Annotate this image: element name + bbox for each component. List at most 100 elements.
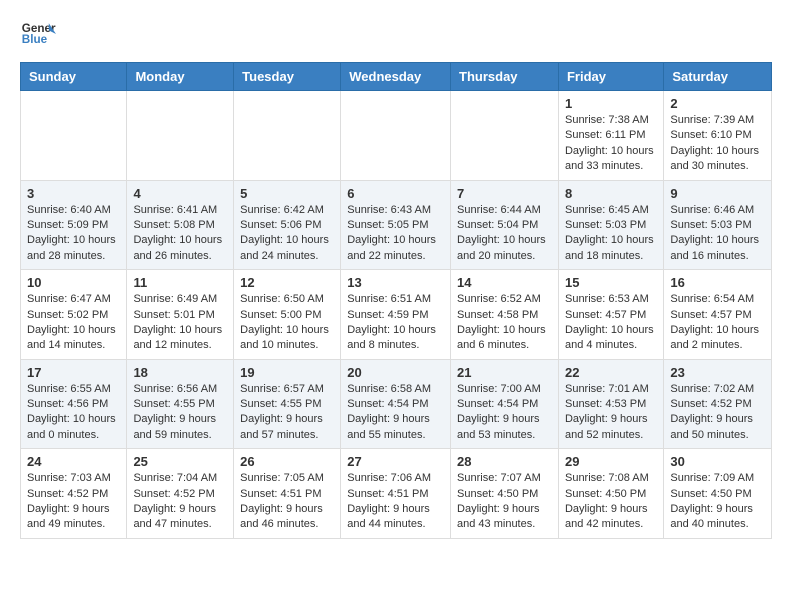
day-cell: 28 Sunrise: 7:07 AM Sunset: 4:50 PM Dayl… (451, 449, 559, 539)
sunrise-value: 7:39 AM (714, 114, 754, 126)
sunset-label: Sunset: (240, 488, 280, 500)
day-number: 6 (347, 186, 444, 201)
day-cell: 21 Sunrise: 7:00 AM Sunset: 4:54 PM Dayl… (451, 359, 559, 449)
daylight-label: Daylight: 10 hours and 12 minutes. (133, 324, 222, 351)
sunset-label: Sunset: (27, 309, 67, 321)
daylight-label: Daylight: 10 hours and 16 minutes. (670, 234, 759, 261)
day-cell: 30 Sunrise: 7:09 AM Sunset: 4:50 PM Dayl… (664, 449, 772, 539)
day-info: Sunrise: 6:44 AM Sunset: 5:04 PM Dayligh… (457, 203, 552, 265)
day-info: Sunrise: 6:55 AM Sunset: 4:56 PM Dayligh… (27, 382, 120, 444)
day-number: 14 (457, 275, 552, 290)
sunset-value: 4:59 PM (388, 309, 429, 321)
day-number: 25 (133, 454, 227, 469)
daylight-label: Daylight: 9 hours and 55 minutes. (347, 413, 430, 440)
day-number: 16 (670, 275, 765, 290)
daylight-label: Daylight: 9 hours and 40 minutes. (670, 503, 753, 530)
sunset-label: Sunset: (27, 398, 67, 410)
week-row-1: 1 Sunrise: 7:38 AM Sunset: 6:11 PM Dayli… (21, 91, 772, 181)
day-number: 8 (565, 186, 657, 201)
weekday-header-row: SundayMondayTuesdayWednesdayThursdayFrid… (21, 63, 772, 91)
sunrise-label: Sunrise: (27, 472, 70, 484)
day-cell (21, 91, 127, 181)
sunrise-label: Sunrise: (670, 472, 713, 484)
sunset-value: 4:50 PM (497, 488, 538, 500)
daylight-label: Daylight: 10 hours and 18 minutes. (565, 234, 654, 261)
day-info: Sunrise: 7:01 AM Sunset: 4:53 PM Dayligh… (565, 382, 657, 444)
sunrise-label: Sunrise: (457, 472, 500, 484)
day-cell: 25 Sunrise: 7:04 AM Sunset: 4:52 PM Dayl… (127, 449, 234, 539)
sunset-label: Sunset: (565, 398, 605, 410)
day-cell: 9 Sunrise: 6:46 AM Sunset: 5:03 PM Dayli… (664, 180, 772, 270)
day-info: Sunrise: 7:02 AM Sunset: 4:52 PM Dayligh… (670, 382, 765, 444)
daylight-label: Daylight: 9 hours and 46 minutes. (240, 503, 323, 530)
day-number: 22 (565, 365, 657, 380)
sunset-label: Sunset: (347, 398, 387, 410)
sunrise-value: 7:03 AM (70, 472, 110, 484)
day-info: Sunrise: 7:09 AM Sunset: 4:50 PM Dayligh… (670, 471, 765, 533)
day-info: Sunrise: 7:05 AM Sunset: 4:51 PM Dayligh… (240, 471, 334, 533)
sunset-value: 5:01 PM (174, 309, 215, 321)
sunset-label: Sunset: (670, 309, 710, 321)
sunset-value: 4:57 PM (605, 309, 646, 321)
sunrise-label: Sunrise: (457, 383, 500, 395)
day-cell: 17 Sunrise: 6:55 AM Sunset: 4:56 PM Dayl… (21, 359, 127, 449)
sunrise-label: Sunrise: (670, 383, 713, 395)
weekday-header-wednesday: Wednesday (341, 63, 451, 91)
logo: General Blue (20, 16, 60, 52)
sunset-label: Sunset: (27, 488, 67, 500)
sunset-label: Sunset: (457, 219, 497, 231)
daylight-label: Daylight: 10 hours and 6 minutes. (457, 324, 546, 351)
week-row-5: 24 Sunrise: 7:03 AM Sunset: 4:52 PM Dayl… (21, 449, 772, 539)
sunset-value: 4:57 PM (711, 309, 752, 321)
day-info: Sunrise: 7:04 AM Sunset: 4:52 PM Dayligh… (133, 471, 227, 533)
day-cell: 3 Sunrise: 6:40 AM Sunset: 5:09 PM Dayli… (21, 180, 127, 270)
daylight-label: Daylight: 10 hours and 2 minutes. (670, 324, 759, 351)
daylight-label: Daylight: 10 hours and 26 minutes. (133, 234, 222, 261)
sunset-value: 5:05 PM (388, 219, 429, 231)
sunrise-label: Sunrise: (565, 114, 608, 126)
day-number: 9 (670, 186, 765, 201)
day-number: 26 (240, 454, 334, 469)
day-number: 21 (457, 365, 552, 380)
daylight-label: Daylight: 9 hours and 59 minutes. (133, 413, 216, 440)
day-number: 10 (27, 275, 120, 290)
daylight-label: Daylight: 10 hours and 4 minutes. (565, 324, 654, 351)
calendar: SundayMondayTuesdayWednesdayThursdayFrid… (20, 62, 772, 539)
sunrise-value: 6:50 AM (284, 293, 324, 305)
day-info: Sunrise: 7:03 AM Sunset: 4:52 PM Dayligh… (27, 471, 120, 533)
day-number: 24 (27, 454, 120, 469)
day-number: 12 (240, 275, 334, 290)
weekday-header-monday: Monday (127, 63, 234, 91)
day-cell: 29 Sunrise: 7:08 AM Sunset: 4:50 PM Dayl… (558, 449, 663, 539)
weekday-header-sunday: Sunday (21, 63, 127, 91)
day-info: Sunrise: 6:53 AM Sunset: 4:57 PM Dayligh… (565, 292, 657, 354)
day-cell: 26 Sunrise: 7:05 AM Sunset: 4:51 PM Dayl… (234, 449, 341, 539)
day-cell (234, 91, 341, 181)
day-number: 13 (347, 275, 444, 290)
day-number: 28 (457, 454, 552, 469)
day-cell: 22 Sunrise: 7:01 AM Sunset: 4:53 PM Dayl… (558, 359, 663, 449)
sunrise-label: Sunrise: (670, 114, 713, 126)
day-cell: 11 Sunrise: 6:49 AM Sunset: 5:01 PM Dayl… (127, 270, 234, 360)
daylight-label: Daylight: 9 hours and 49 minutes. (27, 503, 110, 530)
day-info: Sunrise: 6:54 AM Sunset: 4:57 PM Dayligh… (670, 292, 765, 354)
sunset-label: Sunset: (240, 309, 280, 321)
sunrise-value: 6:46 AM (714, 204, 754, 216)
sunrise-label: Sunrise: (240, 293, 283, 305)
day-info: Sunrise: 6:45 AM Sunset: 5:03 PM Dayligh… (565, 203, 657, 265)
day-cell: 24 Sunrise: 7:03 AM Sunset: 4:52 PM Dayl… (21, 449, 127, 539)
day-cell: 20 Sunrise: 6:58 AM Sunset: 4:54 PM Dayl… (341, 359, 451, 449)
day-info: Sunrise: 6:47 AM Sunset: 5:02 PM Dayligh… (27, 292, 120, 354)
day-info: Sunrise: 7:38 AM Sunset: 6:11 PM Dayligh… (565, 113, 657, 175)
sunrise-label: Sunrise: (27, 383, 70, 395)
day-number: 20 (347, 365, 444, 380)
daylight-label: Daylight: 9 hours and 50 minutes. (670, 413, 753, 440)
day-info: Sunrise: 7:06 AM Sunset: 4:51 PM Dayligh… (347, 471, 444, 533)
day-info: Sunrise: 6:57 AM Sunset: 4:55 PM Dayligh… (240, 382, 334, 444)
sunset-label: Sunset: (565, 488, 605, 500)
daylight-label: Daylight: 10 hours and 28 minutes. (27, 234, 116, 261)
day-info: Sunrise: 6:43 AM Sunset: 5:05 PM Dayligh… (347, 203, 444, 265)
sunrise-value: 6:40 AM (70, 204, 110, 216)
sunset-label: Sunset: (457, 309, 497, 321)
day-cell: 27 Sunrise: 7:06 AM Sunset: 4:51 PM Dayl… (341, 449, 451, 539)
